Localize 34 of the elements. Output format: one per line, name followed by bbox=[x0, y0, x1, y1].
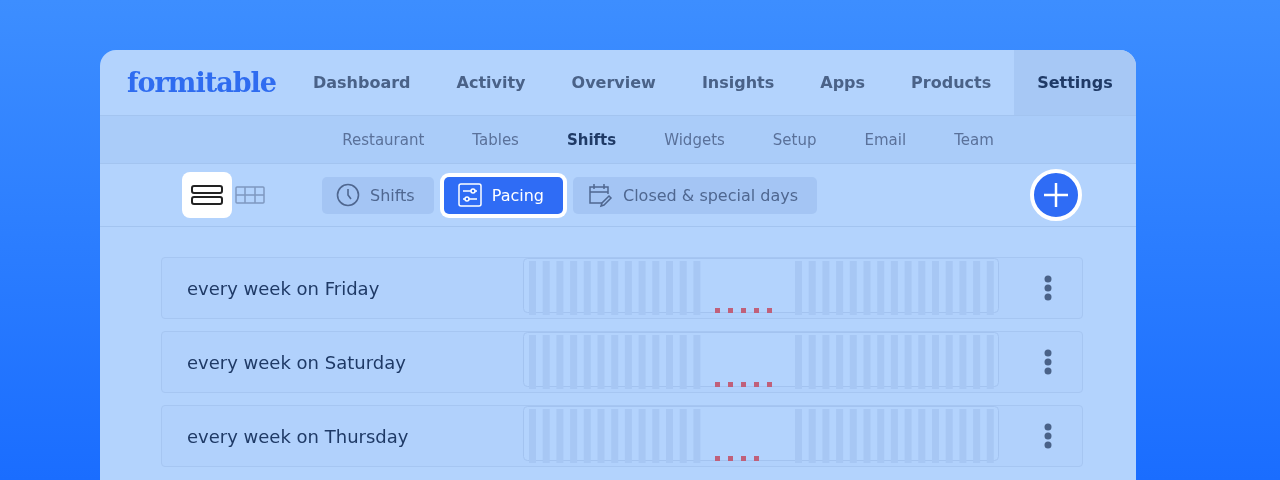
nav-tab[interactable]: Insights bbox=[678, 50, 798, 115]
nav-tab[interactable]: Products bbox=[888, 50, 1015, 115]
more-icon[interactable] bbox=[1044, 423, 1052, 449]
subnav-tab[interactable]: Tables bbox=[448, 130, 543, 149]
schedule-row[interactable]: every week on Friday bbox=[161, 257, 1083, 319]
subnav-tab[interactable]: Setup bbox=[748, 130, 841, 149]
nav-tab[interactable]: Activity bbox=[433, 50, 549, 115]
row-label: every week on Saturday bbox=[186, 351, 407, 373]
subnav-tab[interactable]: Team bbox=[930, 130, 1018, 149]
logo: formitable bbox=[127, 67, 276, 98]
nav-tab[interactable]: Settings bbox=[1014, 50, 1136, 115]
subnav-tab[interactable]: Shifts bbox=[542, 130, 641, 149]
row-label: every week on Friday bbox=[186, 277, 381, 299]
more-icon[interactable] bbox=[1044, 349, 1052, 375]
subnav-tab[interactable]: Widgets bbox=[640, 130, 749, 149]
tab[interactable]: Shifts bbox=[322, 176, 434, 214]
row-label: every week on Thursday bbox=[186, 425, 410, 447]
subnav-tab[interactable]: Email bbox=[840, 130, 931, 149]
schedule-row[interactable]: every week on Thursday bbox=[161, 405, 1083, 467]
clock-icon bbox=[336, 183, 360, 207]
tab[interactable]: Closed & special days bbox=[573, 176, 818, 214]
list-view-icon bbox=[191, 185, 223, 205]
view-toggle[interactable] bbox=[182, 172, 232, 218]
subnav-tab[interactable]: Restaurant bbox=[318, 130, 449, 149]
schedule-row[interactable]: every week on Saturday bbox=[161, 331, 1083, 393]
sliders-icon bbox=[457, 183, 482, 207]
plus-icon bbox=[1043, 182, 1069, 208]
nav-tab[interactable]: Apps bbox=[797, 50, 889, 115]
more-icon[interactable] bbox=[1044, 275, 1052, 301]
nav-tab[interactable]: Dashboard bbox=[289, 50, 434, 115]
nav-tab[interactable]: Overview bbox=[548, 50, 679, 115]
add-button[interactable] bbox=[1030, 169, 1082, 221]
grid-view-icon bbox=[235, 186, 265, 204]
calendar-edit-icon bbox=[587, 182, 613, 208]
